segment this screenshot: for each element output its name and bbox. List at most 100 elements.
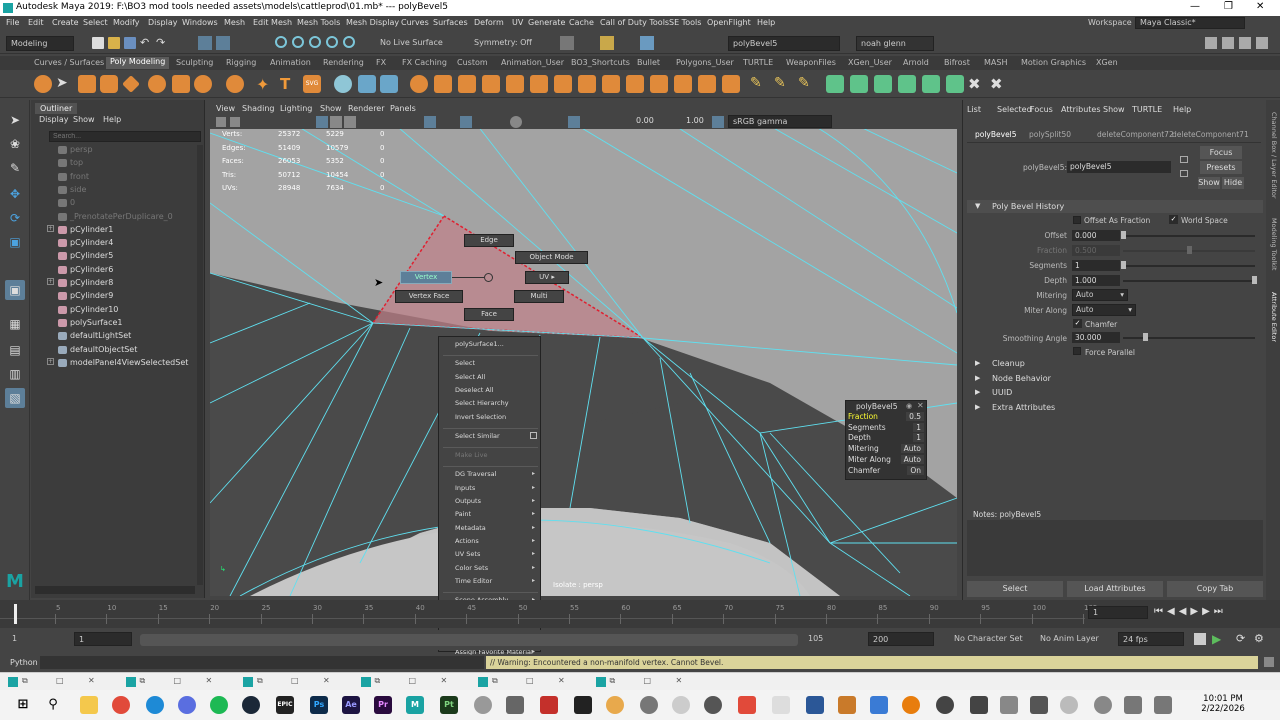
marking-menu-object-mode[interactable]: Object Mode [515,251,588,264]
scale-tool-icon[interactable]: ▣ [5,232,25,252]
start-frame-field[interactable]: 1 [8,632,66,646]
bevel-icon[interactable] [482,75,500,93]
outliner-menu-display[interactable]: Display [39,115,69,124]
hide-button[interactable]: Hide [1222,177,1244,189]
outliner-item[interactable]: _PrenotatePerDuplicare_0 [31,211,205,224]
context-menu-item-select-all[interactable]: Select All [455,373,485,381]
menu-curves[interactable]: Curves [401,18,429,27]
copy-node-icon[interactable] [1180,156,1188,163]
bevel-row-mitering[interactable]: Mitering Auto [848,444,926,454]
after-effects-icon[interactable]: Ae [342,696,360,714]
close-icon[interactable]: ✕ [441,676,448,685]
quick-select-field[interactable]: polyBevel5 [728,36,840,51]
outliner-item[interactable]: 0 [31,197,205,210]
app-icon-17[interactable] [1030,696,1048,714]
discord-icon[interactable] [178,696,196,714]
app-icon-20[interactable] [1124,696,1142,714]
load-attributes-button[interactable]: Load Attributes [1067,581,1163,597]
shelf-tab-mash[interactable]: MASH [984,58,1007,67]
expand-toggle-icon[interactable]: + [47,224,54,232]
focus-button[interactable]: Focus [1200,146,1242,159]
mitering-dropdown[interactable]: Auto ▾ [1072,289,1128,301]
world-space-checkbox[interactable]: ✓ [1169,215,1178,224]
depth-slider[interactable] [1123,280,1255,282]
side-tab-modeling-toolkit[interactable]: Modeling Toolkit [1270,218,1278,270]
time-slider[interactable]: 5 10 15 20 25 30 35 40 45 50 55 60 65 70 75 80 85 90 95 100… [0,600,1280,628]
context-menu-item-deselect-all[interactable]: Deselect All [455,386,493,394]
ipr-render-icon[interactable] [640,36,654,50]
app-icon-5[interactable] [606,696,624,714]
type-tool-icon[interactable]: T [280,75,298,93]
menu-call-of-duty-tools[interactable]: Call of Duty Tools [600,18,669,27]
chamfer-icon[interactable] [650,75,668,93]
poly-plane-icon[interactable] [172,75,190,93]
close-icon[interactable]: ✕ [206,676,213,685]
shelf-tab-xgen[interactable]: XGen [1096,58,1118,67]
spotify-icon[interactable] [210,696,228,714]
menu-uv[interactable]: UV [512,18,523,27]
minimized-maya-window[interactable]: ⧉ □ ✕ [124,675,232,689]
app-icon-6[interactable] [640,696,658,714]
context-menu-item-polysurface1[interactable]: polySurface1... [455,340,504,348]
loop-icon[interactable]: ⟳ [1236,632,1245,645]
substance-painter-icon[interactable]: Pt [440,696,458,714]
attr-menu-attributes[interactable]: Attributes [1061,105,1101,114]
outliner-item[interactable]: top [31,157,205,170]
maximize-icon[interactable]: ❐ [1224,1,1233,12]
file-explorer-icon[interactable] [80,696,98,714]
app-icon-4[interactable] [574,696,592,714]
outliner-item[interactable]: pCylinder4 [31,237,205,250]
context-menu-item-dg-traversal[interactable]: DG Traversal [455,470,496,478]
bevel-row-value[interactable]: Auto [900,444,924,454]
uv-planar-icon[interactable] [850,75,868,93]
select-by-hierarchy-icon[interactable] [198,36,212,50]
exposure-value[interactable]: 0.00 [636,116,654,125]
shelf-tab-fx-caching[interactable]: FX Caching [402,58,447,67]
wedge-icon[interactable] [626,75,644,93]
close-icon[interactable]: ✕ [1256,1,1264,12]
extract-icon[interactable] [722,75,740,93]
command-language[interactable]: Python [10,658,38,667]
app-icon-8[interactable] [704,696,722,714]
bridge-icon[interactable] [458,75,476,93]
shelf-tab-curves-surfaces[interactable]: Curves / Surfaces [34,58,104,67]
viewport-menu-renderer[interactable]: Renderer [348,104,385,113]
lighting-icon[interactable] [460,116,472,128]
camera-attributes-icon[interactable] [230,117,240,127]
platonic-solid-icon[interactable] [226,75,244,93]
premiere-icon[interactable]: Pr [374,696,392,714]
force-parallel-checkbox[interactable] [1073,347,1081,355]
marking-menu-edge[interactable]: Edge [464,234,514,247]
section-node-behavior[interactable]: ▶ Node Behavior [967,371,1263,385]
close-icon[interactable]: ✕ [558,676,565,685]
blender-icon[interactable] [902,696,920,714]
shelf-tab-turtle[interactable]: TURTLE [743,58,773,67]
maximize-icon[interactable]: □ [291,676,299,685]
minimize-icon[interactable]: — [1190,1,1200,12]
minimized-maya-window[interactable]: ⧉ □ ✕ [476,675,584,689]
smooth-shade-icon[interactable] [344,116,356,128]
restore-icon[interactable]: ⧉ [610,676,616,686]
app-icon-14[interactable] [936,696,954,714]
offset-field[interactable]: 0.000 [1072,230,1120,241]
select-by-component-icon[interactable] [216,36,230,50]
uv-camera-icon[interactable] [946,75,964,93]
poly-cube-icon[interactable] [78,75,96,93]
workspace-dropdown[interactable]: Maya Classic* [1135,17,1245,29]
poke-icon[interactable] [602,75,620,93]
notes-field[interactable] [967,520,1263,576]
range-bar[interactable] [140,634,798,646]
viewport-menu-show[interactable]: Show [320,104,342,113]
poly-cylinder-icon[interactable] [100,75,118,93]
panel-layout-icon[interactable] [1205,37,1217,49]
app-icon-15[interactable] [970,696,988,714]
attr-tab-polybevel5[interactable]: polyBevel5 [975,130,1017,139]
detach-icon[interactable] [698,75,716,93]
app-icon-7[interactable] [672,696,690,714]
offset-slider-handle[interactable] [1121,231,1126,239]
merge-icon[interactable] [554,75,572,93]
marking-menu-multi[interactable]: Multi [514,290,564,303]
app-icon-9[interactable] [738,696,756,714]
outliner-tab[interactable]: Outliner [35,103,78,114]
node-name-field[interactable]: polyBevel5 [1067,161,1171,173]
